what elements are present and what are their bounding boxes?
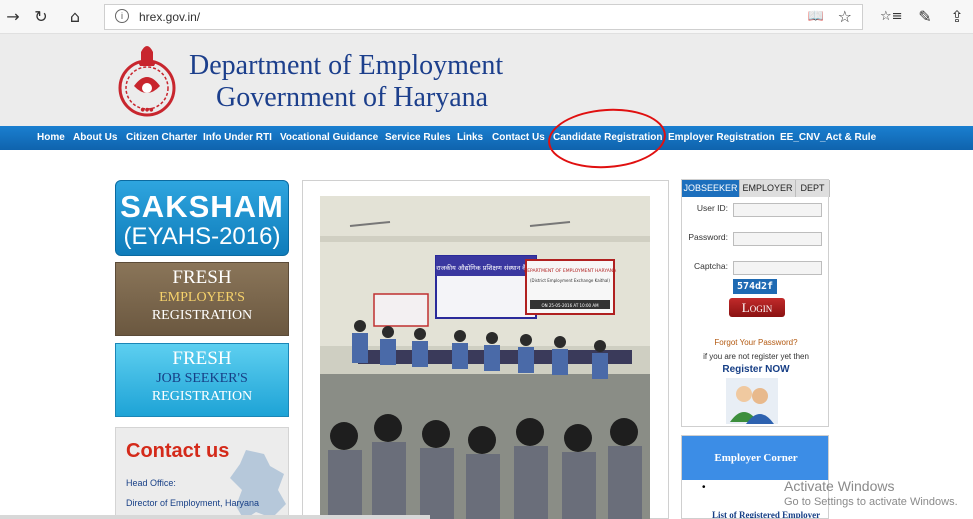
not-registered-text: if you are not register yet then	[703, 352, 809, 361]
activate-windows-title: Activate Windows	[784, 478, 895, 494]
employer-corner-bullet: •	[702, 482, 706, 493]
svg-text:●●●: ●●●	[140, 107, 154, 113]
haryana-emblem-icon: ●●●	[118, 46, 176, 117]
home-icon[interactable]: ⌂	[64, 6, 86, 28]
share-icon[interactable]: ⇪	[946, 6, 968, 28]
tab-jobseeker[interactable]: JOBSEEKER	[682, 180, 740, 197]
user-id-input[interactable]	[733, 203, 822, 217]
horizontal-scrollbar[interactable]	[0, 515, 430, 519]
login-panel: JOBSEEKER EMPLOYER DEPT User ID: Passwor…	[681, 179, 830, 427]
fresh-employer-registration-button[interactable]: FRESH EMPLOYER'S REGISTRATION	[115, 262, 289, 336]
login-button[interactable]: Login	[729, 298, 785, 317]
user-id-label: User ID:	[696, 203, 728, 213]
employer-corner-title: Employer Corner	[682, 436, 828, 480]
haryana-map-icon	[230, 450, 286, 518]
tab-employer[interactable]: EMPLOYER	[740, 180, 796, 197]
head-office-label: Head Office:	[126, 478, 176, 488]
password-input[interactable]	[733, 232, 822, 246]
registered-employer-link[interactable]: List of Registered Employer	[712, 510, 820, 518]
captcha-image: 574d2f	[733, 279, 777, 294]
banner-right-text: DEPARTMENT OF EMPLOYMENT HARYANA	[524, 268, 617, 274]
fresh-jobseeker-line2: JOB SEEKER'S	[156, 371, 248, 386]
fresh-employer-line2: EMPLOYER'S	[159, 290, 245, 305]
menu-item-service-rules[interactable]: Service Rules	[385, 132, 451, 143]
activate-windows-subtitle: Go to Settings to activate Windows.	[784, 496, 958, 508]
fresh-jobseeker-line3: REGISTRATION	[151, 389, 253, 404]
contact-us-box: Contact us Head Office: Director of Empl…	[115, 427, 289, 519]
forgot-password-link[interactable]: Forgot Your Password?	[682, 338, 830, 347]
users-icon[interactable]	[726, 378, 778, 424]
fresh-employer-line1: FRESH	[172, 267, 232, 288]
director-label: Director of Employment, Haryana	[126, 498, 260, 508]
main-menu: Home About Us Citizen Charter Info Under…	[0, 126, 973, 150]
menu-item-links[interactable]: Links	[457, 132, 483, 143]
fresh-employer-line3: REGISTRATION	[151, 308, 253, 323]
captcha-label: Captcha:	[693, 261, 728, 271]
reading-view-icon[interactable]: 📖	[808, 9, 824, 24]
saksham-title: SAKSHAM	[120, 189, 284, 224]
menu-item-citizen-charter[interactable]: Citizen Charter	[126, 132, 197, 143]
address-bar[interactable]: i hrex.gov.in/ 📖 ☆	[104, 4, 863, 30]
web-note-pen-icon[interactable]: ✎	[914, 6, 936, 28]
back-arrow-icon[interactable]: →	[2, 6, 24, 28]
site-info-icon[interactable]: i	[115, 9, 129, 23]
menu-item-info-under-rti[interactable]: Info Under RTI	[203, 132, 272, 143]
fresh-jobseeker-line1: FRESH	[172, 348, 232, 369]
fresh-jobseeker-registration-button[interactable]: FRESH JOB SEEKER'S REGISTRATION	[115, 343, 289, 417]
contact-us-title: Contact us	[126, 440, 230, 462]
menu-item-contact-us[interactable]: Contact Us	[492, 132, 545, 143]
tab-dept[interactable]: DEPT	[796, 180, 830, 197]
password-label: Password:	[688, 232, 728, 242]
event-photo: राजकीय औद्योगिक प्रशिक्षण संस्थान कैथल D…	[320, 196, 650, 519]
menu-item-home[interactable]: Home	[37, 132, 65, 143]
banner-right-subtext: (District Employment Exchange Kaithal)	[530, 278, 610, 283]
register-now-link[interactable]: Register NOW	[682, 364, 830, 375]
reload-icon[interactable]: ↻	[30, 6, 52, 28]
saksham-banner[interactable]: SAKSHAM (EYAHS-2016)	[115, 180, 289, 256]
banner-left-text: राजकीय औद्योगिक प्रशिक्षण संस्थान कैथल	[436, 264, 536, 272]
page-title-department: Department of Employment	[189, 50, 504, 81]
banner-date-text: ON 25-05-2016 AT 10:00 AM	[541, 303, 599, 308]
page-title-government: Government of Haryana	[216, 82, 489, 113]
menu-item-vocational-guidance[interactable]: Vocational Guidance	[280, 132, 378, 143]
saksham-subtitle: (EYAHS-2016)	[123, 223, 281, 250]
menu-item-ee-cnv-act-rule[interactable]: EE_CNV_Act & Rule	[780, 132, 876, 143]
favorite-star-icon[interactable]: ☆	[838, 7, 852, 26]
address-url[interactable]: hrex.gov.in/	[139, 10, 200, 24]
favorites-hub-icon[interactable]: ☆≡	[880, 6, 903, 28]
browser-toolbar: → ↻ ⌂ i hrex.gov.in/ 📖 ☆ ☆≡ ✎ ⇪	[0, 0, 973, 34]
menu-item-employer-registration[interactable]: Employer Registration	[668, 132, 775, 143]
menu-item-about-us[interactable]: About Us	[73, 132, 117, 143]
captcha-input[interactable]	[733, 261, 822, 275]
